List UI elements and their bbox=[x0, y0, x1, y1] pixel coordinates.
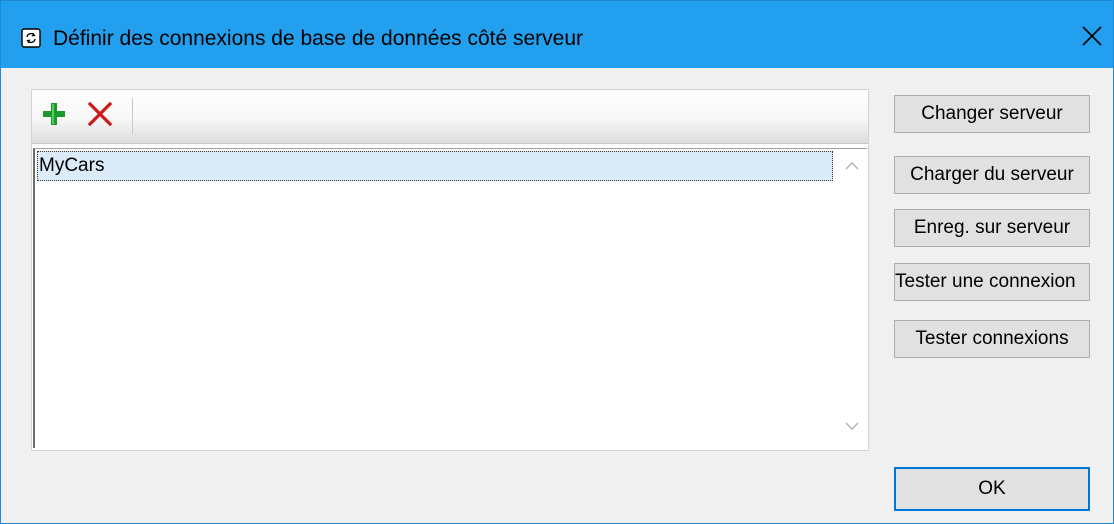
vertical-scrollbar[interactable] bbox=[837, 149, 867, 447]
toolbar-separator bbox=[132, 98, 133, 134]
title-bar[interactable]: Définir des connexions de base de donnée… bbox=[1, 1, 1113, 68]
close-button[interactable] bbox=[1071, 11, 1113, 61]
window-title: Définir des connexions de base de donnée… bbox=[53, 27, 584, 50]
save-to-server-button[interactable]: Enreg. sur serveur bbox=[894, 209, 1090, 247]
add-connection-button[interactable] bbox=[40, 100, 68, 128]
ok-button[interactable]: OK bbox=[894, 467, 1090, 511]
change-server-button[interactable]: Changer serveur bbox=[894, 95, 1090, 133]
connections-list[interactable]: MyCars bbox=[33, 148, 867, 448]
chevron-up-icon[interactable] bbox=[845, 161, 859, 171]
list-item[interactable]: MyCars bbox=[37, 151, 833, 181]
close-icon bbox=[1082, 26, 1102, 46]
delete-connection-button[interactable] bbox=[86, 100, 114, 128]
connections-panel: MyCars bbox=[31, 89, 869, 451]
server-sync-icon bbox=[21, 28, 41, 48]
test-connections-button[interactable]: Tester connexions bbox=[894, 320, 1090, 358]
delete-x-icon bbox=[87, 101, 113, 127]
plus-icon bbox=[43, 103, 65, 125]
dialog-window: Définir des connexions de base de donnée… bbox=[0, 0, 1114, 524]
connections-toolbar bbox=[32, 90, 868, 144]
test-connection-button[interactable]: Tester une connexion bbox=[894, 263, 1090, 301]
load-from-server-button[interactable]: Charger du serveur bbox=[894, 156, 1090, 194]
chevron-down-icon[interactable] bbox=[845, 421, 859, 431]
